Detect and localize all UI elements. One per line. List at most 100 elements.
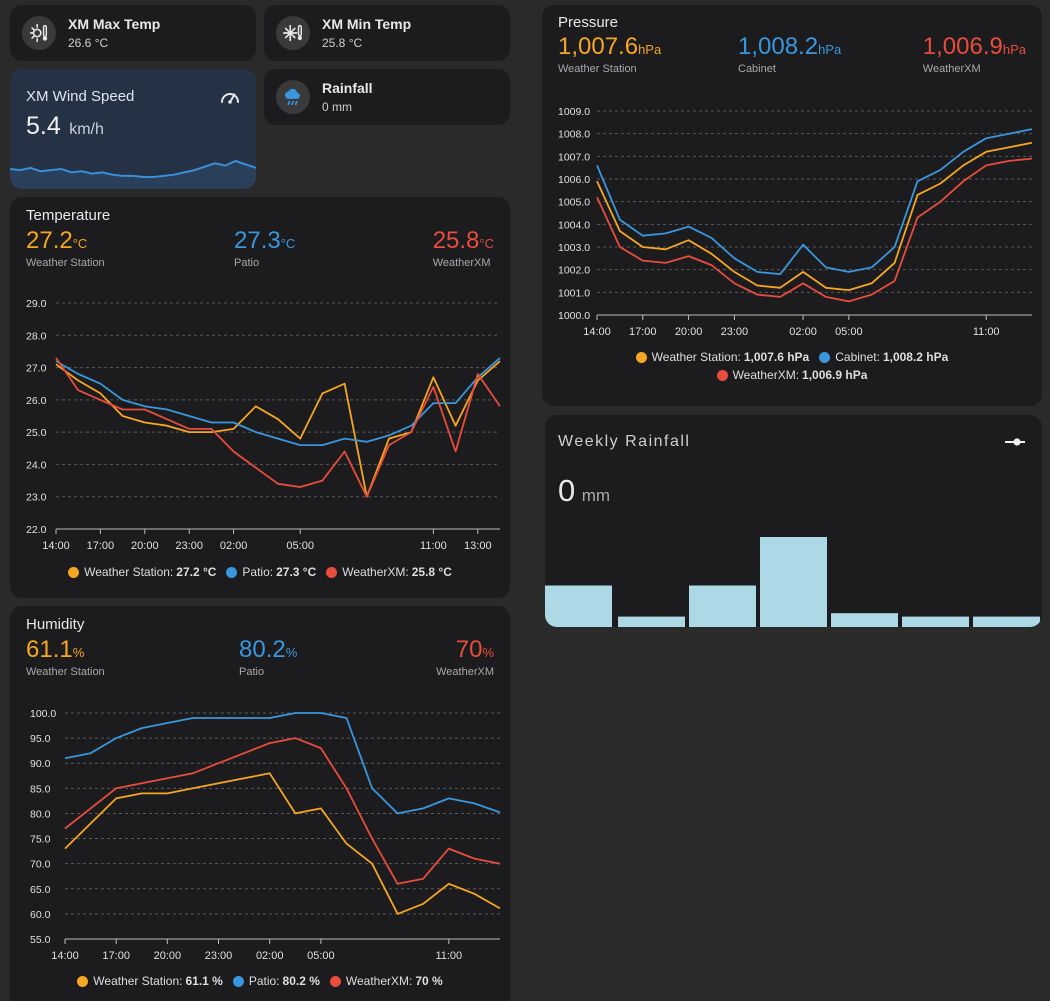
humidity-chart[interactable]: 55.0 60.0 65.0 70.0 75.0 80.0 85.0 90.0 95.0 100.… bbox=[10, 606, 510, 974]
y-tick-label: 55.0 bbox=[30, 934, 51, 946]
x-tick-label: 11:00 bbox=[420, 540, 447, 552]
legend-dot bbox=[68, 566, 80, 578]
x-tick-label: 14:00 bbox=[42, 540, 70, 552]
legend-label: Weather Station: bbox=[84, 565, 174, 579]
legend-item-patio[interactable]: Patio: 80.2 % bbox=[232, 974, 320, 988]
y-tick-label: 60.0 bbox=[30, 909, 51, 921]
legend-value: 70 % bbox=[415, 974, 443, 988]
y-tick-label: 80.0 bbox=[30, 808, 51, 820]
legend-dot bbox=[716, 369, 728, 381]
y-tick-label: 1003.0 bbox=[558, 242, 590, 254]
pressure-chart[interactable]: 1000.0 1001.0 1002.0 1003.0 1004.0 1005.0 1006… bbox=[542, 5, 1042, 350]
legend-item-weatherxm[interactable]: WeatherXM: 70 % bbox=[329, 974, 443, 988]
x-tick-label: 05:00 bbox=[307, 950, 335, 962]
legend-item-weatherxm[interactable]: WeatherXM: 25.8 °C bbox=[326, 565, 452, 579]
legend-dot bbox=[819, 351, 831, 363]
snowflake-thermometer-icon bbox=[276, 16, 310, 50]
legend-label: WeatherXM: bbox=[345, 974, 413, 988]
weekly-rainfall-chart bbox=[545, 537, 1040, 627]
legend-label: Weather Station: bbox=[93, 974, 183, 988]
wind-speed-card[interactable]: XM Wind Speed 5.4 km/h bbox=[10, 69, 256, 189]
legend-value: 27.3 °C bbox=[276, 565, 317, 579]
legend-item-cabinet[interactable]: Cabinet: 1,008.2 hPa bbox=[819, 350, 948, 364]
rain-bar bbox=[618, 616, 685, 627]
x-tick-label: 14:00 bbox=[51, 950, 79, 962]
y-tick-label: 22.0 bbox=[26, 524, 47, 536]
y-tick-label: 1007.0 bbox=[558, 151, 590, 163]
legend-dot bbox=[326, 566, 338, 578]
tile-max-temp-value: 26.6 °C bbox=[68, 36, 109, 50]
series-line-weather-station[interactable] bbox=[55, 360, 501, 498]
x-tick-label: 02:00 bbox=[256, 950, 284, 962]
series-line-weather-station[interactable] bbox=[596, 141, 1033, 292]
y-tick-label: 85.0 bbox=[30, 783, 51, 795]
legend-value: 1,008.2 hPa bbox=[882, 350, 949, 364]
y-tick-label: 75.0 bbox=[30, 834, 51, 846]
y-tick-label: 100.0 bbox=[30, 708, 56, 720]
wind-sparkline bbox=[10, 159, 256, 189]
series-line-weather-station[interactable] bbox=[64, 772, 501, 915]
rain-bar bbox=[831, 613, 898, 627]
tile-xm-min-temp[interactable]: XM Min Temp 25.8 °C bbox=[264, 5, 510, 61]
pressure-card: Pressure 1,007.6hPa Weather Station 1,00… bbox=[542, 5, 1042, 406]
x-tick-label: 11:00 bbox=[973, 326, 1000, 338]
y-tick-label: 29.0 bbox=[26, 298, 47, 310]
tile-rainfall-name: Rainfall bbox=[322, 80, 373, 96]
x-tick-label: 20:00 bbox=[131, 540, 159, 552]
tile-rainfall-value: 0 mm bbox=[322, 100, 352, 114]
y-tick-label: 26.0 bbox=[26, 395, 47, 407]
legend-value: 61.1 % bbox=[185, 974, 223, 988]
y-tick-label: 27.0 bbox=[26, 363, 47, 375]
y-tick-label: 28.0 bbox=[26, 330, 47, 342]
legend-item-weather-station[interactable]: Weather Station: 61.1 % bbox=[77, 974, 223, 988]
x-tick-label: 23:00 bbox=[721, 326, 749, 338]
x-tick-label: 17:00 bbox=[102, 950, 130, 962]
humidity-legend: Weather Station: 61.1 % Patio: 80.2 % Weat… bbox=[10, 974, 510, 988]
y-tick-label: 1008.0 bbox=[558, 129, 590, 141]
legend-label: Cabinet: bbox=[835, 350, 880, 364]
rain-bar bbox=[902, 616, 969, 627]
y-tick-label: 95.0 bbox=[30, 733, 51, 745]
legend-dot bbox=[226, 566, 238, 578]
legend-dot bbox=[77, 975, 89, 987]
legend-label: Patio: bbox=[242, 565, 274, 579]
y-tick-label: 70.0 bbox=[30, 859, 51, 871]
y-tick-label: 65.0 bbox=[30, 884, 51, 896]
x-tick-label: 23:00 bbox=[205, 950, 233, 962]
series-line-weatherxm[interactable] bbox=[64, 737, 501, 885]
temperature-legend: Weather Station: 27.2 °C Patio: 27.3 °C We… bbox=[10, 565, 510, 579]
temperature-card: Temperature 27.2°C Weather Station 27.3°… bbox=[10, 197, 510, 598]
temperature-chart[interactable]: 22.0 23.0 24.0 25.0 26.0 27.0 28.0 29.0 14:00 17:… bbox=[10, 197, 510, 567]
tile-min-temp-value: 25.8 °C bbox=[322, 36, 363, 50]
y-tick-label: 1006.0 bbox=[558, 174, 590, 186]
weekly-rainfall-card[interactable]: Weekly Rainfall 0 mm bbox=[545, 415, 1042, 627]
legend-item-patio[interactable]: Patio: 27.3 °C bbox=[226, 565, 316, 579]
x-tick-label: 20:00 bbox=[675, 326, 703, 338]
rain-bar bbox=[545, 585, 612, 627]
rain-bar bbox=[689, 585, 756, 627]
y-tick-label: 1001.0 bbox=[558, 287, 590, 299]
y-tick-label: 25.0 bbox=[26, 427, 47, 439]
humidity-card: Humidity 61.1% Weather Station 80.2% Pat… bbox=[10, 606, 510, 1001]
x-tick-label: 14:00 bbox=[583, 326, 611, 338]
legend-item-weather-station[interactable]: Weather Station: 1,007.6 hPa bbox=[635, 350, 810, 364]
legend-label: Patio: bbox=[248, 974, 280, 988]
legend-value: 1,006.9 hPa bbox=[802, 368, 868, 382]
legend-dot bbox=[635, 351, 647, 363]
x-tick-label: 05:00 bbox=[286, 540, 314, 552]
legend-item-weatherxm[interactable]: WeatherXM: 1,006.9 hPa bbox=[716, 368, 868, 382]
x-tick-label: 02:00 bbox=[789, 326, 817, 338]
legend-value: 1,007.6 hPa bbox=[743, 350, 810, 364]
tile-max-temp-name: XM Max Temp bbox=[68, 16, 161, 32]
rain-bar bbox=[760, 537, 827, 627]
legend-value: 27.2 °C bbox=[176, 565, 217, 579]
y-tick-label: 90.0 bbox=[30, 758, 51, 770]
legend-label: Weather Station: bbox=[651, 350, 741, 364]
tile-xm-max-temp[interactable]: XM Max Temp 26.6 °C bbox=[10, 5, 256, 61]
tile-rainfall[interactable]: Rainfall 0 mm bbox=[264, 69, 510, 125]
y-tick-label: 1009.0 bbox=[558, 106, 590, 118]
y-tick-label: 24.0 bbox=[26, 459, 47, 471]
legend-label: WeatherXM: bbox=[342, 565, 409, 579]
legend-value: 80.2 % bbox=[282, 974, 320, 988]
legend-item-weather-station[interactable]: Weather Station: 27.2 °C bbox=[68, 565, 216, 579]
